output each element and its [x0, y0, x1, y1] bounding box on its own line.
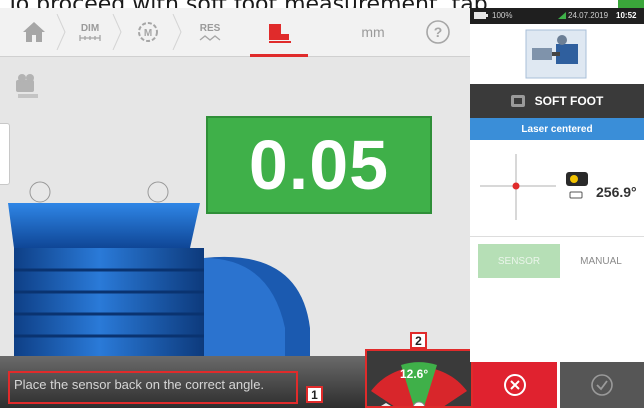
status-time: 10:52 — [616, 11, 637, 20]
laser-target-view: 256.9° — [470, 140, 644, 237]
coupling-machine-icon — [525, 29, 587, 79]
callout-label-1: 1 — [306, 386, 323, 403]
panel-title: SOFT FOOT — [534, 94, 604, 108]
cancel-button[interactable] — [473, 362, 557, 408]
toolbar-separator — [56, 14, 66, 50]
battery-level: 100% — [492, 11, 513, 20]
ruler-icon — [79, 34, 101, 41]
signal-icon — [558, 12, 566, 19]
status-date: 24.07.2019 — [568, 11, 609, 20]
soft-foot-reading: 0.05 — [206, 116, 432, 214]
home-icon — [23, 22, 45, 42]
svg-text:M: M — [144, 28, 152, 39]
confirm-button[interactable] — [560, 362, 644, 408]
units-button[interactable]: mm — [348, 8, 398, 56]
svg-text:?: ? — [434, 24, 443, 40]
soft-foot-header-icon — [510, 95, 525, 107]
sensor-angle: 256.9° — [596, 184, 637, 200]
results-icon — [199, 34, 221, 41]
machine-gear-icon: M — [138, 22, 158, 42]
app-viewport: 0.05 — [0, 8, 470, 408]
cancel-icon — [504, 374, 526, 396]
units-label: mm — [361, 24, 385, 40]
sensor-mode-button[interactable]: SENSOR — [478, 244, 560, 278]
soft-foot-icon — [269, 24, 291, 43]
battery-icon — [474, 12, 488, 19]
device-status-bar: 100% 24.07.2019 10:52 — [470, 8, 644, 24]
side-drawer-handle[interactable] — [0, 123, 10, 185]
soft-foot-button[interactable] — [252, 8, 306, 56]
callout-box-2 — [365, 349, 473, 408]
help-button[interactable]: ? — [418, 8, 458, 56]
dimensions-button[interactable]: DIM — [70, 8, 110, 56]
machine-thumbnail[interactable] — [470, 24, 644, 84]
checkmark-icon — [591, 374, 613, 396]
callout-label-2: 2 — [410, 332, 427, 349]
right-panel: 100% 24.07.2019 10:52 SOFT FOOT Laser ce… — [470, 8, 644, 362]
dimensions-label: DIM — [80, 22, 100, 34]
toolbar-separator — [112, 14, 122, 50]
manual-mode-button[interactable]: MANUAL — [560, 244, 642, 278]
active-tab-indicator — [250, 54, 308, 57]
help-icon: ? — [426, 20, 450, 44]
laser-status: Laser centered — [470, 118, 644, 140]
home-button[interactable] — [14, 8, 54, 56]
toolbar-separator — [172, 14, 182, 50]
machine-view-icon[interactable] — [12, 72, 44, 102]
sensor-icon — [566, 172, 588, 199]
results-label: RES — [199, 22, 221, 34]
soft-foot-header: SOFT FOOT — [470, 84, 644, 118]
results-button[interactable]: RES — [190, 8, 230, 56]
machines-button[interactable]: M — [128, 8, 168, 56]
toolbar: DIM M RES mm ? — [0, 8, 470, 57]
callout-box-1 — [8, 371, 298, 404]
measure-mode-toggle: SENSOR MANUAL — [470, 244, 644, 278]
